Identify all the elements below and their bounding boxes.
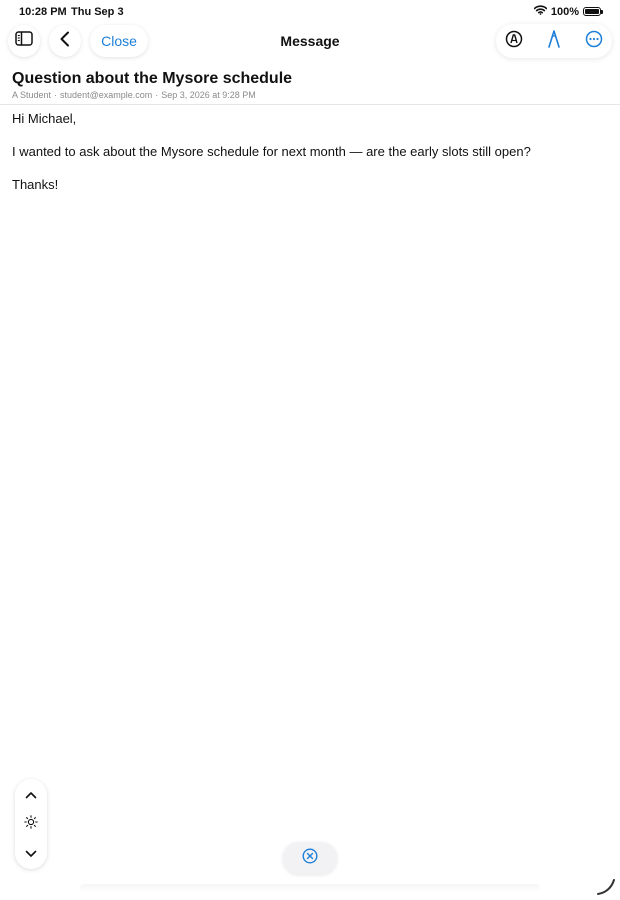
status-bar: 10:28 PM Thu Sep 3 100% — [0, 0, 620, 24]
home-indicator — [80, 884, 540, 892]
dismiss-button[interactable] — [283, 842, 337, 874]
toolbar-actions — [496, 24, 612, 58]
more-button[interactable] — [583, 30, 605, 52]
meta-separator: · — [155, 90, 159, 100]
brightness-button[interactable] — [15, 810, 47, 838]
message-subject: Question about the Mysore schedule — [12, 70, 293, 87]
status-date: Thu Sep 3 — [71, 6, 124, 18]
battery-percent: 100% — [550, 5, 579, 18]
scroll-down-button[interactable] — [15, 840, 47, 868]
status-time: 10:28 PM — [19, 6, 67, 18]
chevron-down-icon — [25, 845, 37, 863]
markup-button[interactable] — [503, 30, 525, 52]
resize-handle-icon[interactable] — [596, 876, 616, 900]
battery-level-fill — [585, 9, 599, 14]
meta-separator: · — [54, 90, 58, 100]
message-body: Hi Michael, I wanted to ask about the My… — [12, 111, 608, 210]
pen-icon — [547, 29, 561, 53]
battery-icon — [583, 7, 603, 16]
more-icon — [585, 30, 603, 53]
sender-name[interactable]: A Student — [12, 90, 51, 100]
mail-message-page: 10:28 PM Thu Sep 3 100% Close Message Qu… — [0, 0, 620, 900]
toolbar: Close Message — [0, 24, 620, 58]
markup-icon — [505, 30, 523, 53]
status-indicators: 100% — [533, 5, 603, 18]
header-divider — [0, 104, 620, 105]
message-date: Sep 3, 2026 at 9:28 PM — [161, 90, 256, 100]
sender-email[interactable]: student@example.com — [60, 90, 152, 100]
chevron-up-icon — [25, 786, 37, 804]
close-circle-icon — [302, 847, 318, 869]
body-closing: Thanks! — [12, 177, 59, 192]
scroll-up-button[interactable] — [15, 781, 47, 809]
scroll-controls — [15, 779, 47, 869]
wifi-icon — [533, 5, 548, 18]
brightness-icon — [24, 814, 38, 834]
body-paragraph: I wanted to ask about the Mysore schedul… — [12, 144, 531, 159]
pen-button[interactable] — [543, 29, 565, 53]
body-greeting: Hi Michael, — [12, 111, 77, 126]
message-meta: A Student · student@example.com · Sep 3, 202… — [12, 90, 256, 100]
